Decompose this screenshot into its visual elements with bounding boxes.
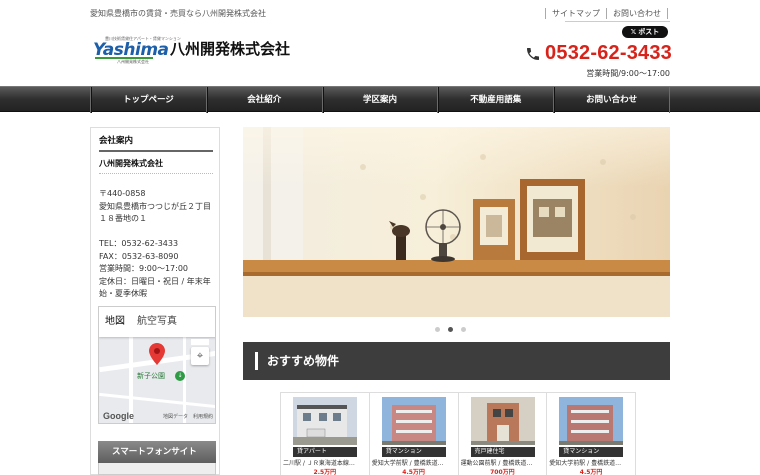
map-type-tabs: 地図 航空写真 bbox=[99, 307, 215, 337]
property-photo bbox=[559, 397, 624, 445]
nav-item-glossary[interactable]: 不動産用語集 bbox=[437, 87, 553, 113]
company-info: 〒440-0858 愛知県豊橋市つつじが丘２丁目 １８番地の１ TEL：0532… bbox=[99, 188, 213, 301]
nav-item-contact[interactable]: お問い合わせ bbox=[553, 87, 670, 113]
map-road bbox=[99, 392, 215, 409]
address-line-1: 愛知県豊橋市つつじが丘２丁目 bbox=[99, 201, 211, 211]
property-price: 2.5万円 bbox=[313, 469, 337, 475]
phone-number[interactable]: 0532-62-3433 bbox=[545, 42, 672, 65]
property-list: 貸アパート 二川駅 / ＪＲ東海道本線… 2.5万円 貸マンション 愛知大学前駅… bbox=[280, 392, 636, 475]
property-price: 4.5万円 bbox=[402, 469, 425, 475]
nav-item-top[interactable]: トップページ bbox=[90, 87, 206, 113]
map-locate-icon[interactable]: ⌖ bbox=[191, 347, 209, 365]
recommended-title: おすすめ物件 bbox=[267, 354, 340, 368]
map-tab-map[interactable]: 地図 bbox=[99, 307, 131, 337]
tel-line: TEL：0532-62-3433 bbox=[99, 239, 179, 248]
property-type: 貸マンション bbox=[559, 447, 624, 457]
property-type: 貸マンション bbox=[381, 447, 446, 457]
slider-dot[interactable] bbox=[461, 327, 466, 332]
page: { "header": { "tagline": "愛知県豊橋市の賃貸・売買なら… bbox=[0, 0, 760, 475]
hero-photo bbox=[243, 127, 670, 317]
map-tab-satellite[interactable]: 航空写真 bbox=[131, 307, 183, 337]
nav-item-school-district[interactable]: 学区案内 bbox=[321, 87, 438, 113]
contact-link[interactable]: お問い合わせ bbox=[606, 8, 668, 19]
property-card[interactable]: 売戸建住宅 運動公園前駅 / 豊橋鉄道… 700万円 bbox=[459, 393, 548, 475]
holiday-line-2: 始・夏季休暇 bbox=[99, 289, 147, 298]
google-map[interactable]: 地図 航空写真 ⌖ 新子公園 ↓ Google 地図データ 利用規約 bbox=[98, 306, 216, 424]
fax-line: FAX：0532-63-8090 bbox=[99, 251, 179, 261]
sidebar-title: 会社案内 bbox=[99, 134, 213, 152]
property-photo bbox=[381, 397, 446, 445]
recommended-header: おすすめ物件 bbox=[243, 342, 670, 380]
x-post-button[interactable]: 𝕏 ポスト bbox=[622, 26, 668, 38]
property-description: 愛知大学前駅 / 豊橋鉄道… bbox=[549, 460, 622, 467]
property-card[interactable]: 貸マンション 愛知大学前駅 / 豊橋鉄道… 4.5万円 bbox=[370, 393, 459, 475]
address-line-2: １８番地の１ bbox=[99, 214, 147, 223]
property-type: 貸アパート bbox=[293, 447, 357, 457]
property-description: 運動公園前駅 / 豊橋鉄道… bbox=[460, 460, 533, 467]
site-tagline: 愛知県豊橋市の賃貸・売買なら八州開発株式会社 bbox=[90, 9, 266, 18]
slider-dot-active[interactable] bbox=[448, 327, 453, 332]
hours-line: 営業時間：9:00～17:00 bbox=[99, 264, 189, 273]
sidebar-company-name: 八州開発株式会社 bbox=[99, 158, 213, 174]
smartphone-site-panel bbox=[98, 463, 216, 475]
hero-slider-image[interactable] bbox=[243, 127, 670, 317]
slider-dot[interactable] bbox=[435, 327, 440, 332]
header-divider bbox=[565, 21, 670, 22]
property-price: 700万円 bbox=[490, 469, 515, 475]
logo-subtitle: 八州開発株式会社 bbox=[117, 59, 149, 64]
business-hours: 営業時間/9:00～17:00 bbox=[586, 69, 670, 78]
smartphone-site-title: スマートフォンサイト bbox=[98, 441, 216, 463]
section-accent-bar bbox=[255, 352, 258, 370]
company-title: 八州開発株式会社 bbox=[170, 40, 291, 58]
map-road bbox=[183, 337, 186, 423]
property-type: 売戸建住宅 bbox=[470, 447, 535, 457]
global-nav: トップページ 会社紹介 学区案内 不動産用語集 お問い合わせ bbox=[0, 86, 760, 113]
postal-code: 〒440-0858 bbox=[99, 189, 146, 198]
property-photo bbox=[293, 397, 357, 445]
x-icon: 𝕏 bbox=[630, 28, 637, 36]
sitemap-link[interactable]: サイトマップ bbox=[545, 8, 606, 19]
park-icon: ↓ bbox=[175, 371, 185, 381]
map-park-label: 新子公園 bbox=[137, 372, 165, 380]
map-control-top bbox=[191, 339, 209, 345]
phone-block: 0532-62-3433 bbox=[525, 42, 672, 65]
top-links: サイトマップ お問い合わせ bbox=[545, 8, 668, 19]
logo-mark: Yashima bbox=[93, 40, 169, 60]
property-price: 4.5万円 bbox=[579, 469, 603, 475]
property-card[interactable]: 貸マンション 愛知大学前駅 / 豊橋鉄道… 4.5万円 bbox=[547, 393, 635, 475]
map-footer[interactable]: 地図データ 利用規約 bbox=[163, 413, 213, 420]
holiday-line-1: 定休日：日曜日・祝日 / 年末年 bbox=[99, 276, 211, 286]
property-description: 二川駅 / ＪＲ東海道本線… bbox=[283, 460, 355, 467]
property-card[interactable]: 貸アパート 二川駅 / ＪＲ東海道本線… 2.5万円 bbox=[281, 393, 370, 475]
nav-item-company[interactable]: 会社紹介 bbox=[205, 87, 322, 113]
property-photo bbox=[470, 397, 535, 445]
phone-icon bbox=[527, 47, 540, 60]
map-pin-icon[interactable] bbox=[149, 343, 165, 365]
google-logo: Google bbox=[103, 411, 134, 421]
company-logo[interactable]: 豊川技術賃貸住アパート・賃貸マンション Yashima 八州開発株式会社 bbox=[93, 36, 181, 66]
x-post-label: ポスト bbox=[638, 28, 660, 36]
property-description: 愛知大学前駅 / 豊橋鉄道… bbox=[371, 460, 444, 467]
slider-dots bbox=[435, 327, 466, 332]
